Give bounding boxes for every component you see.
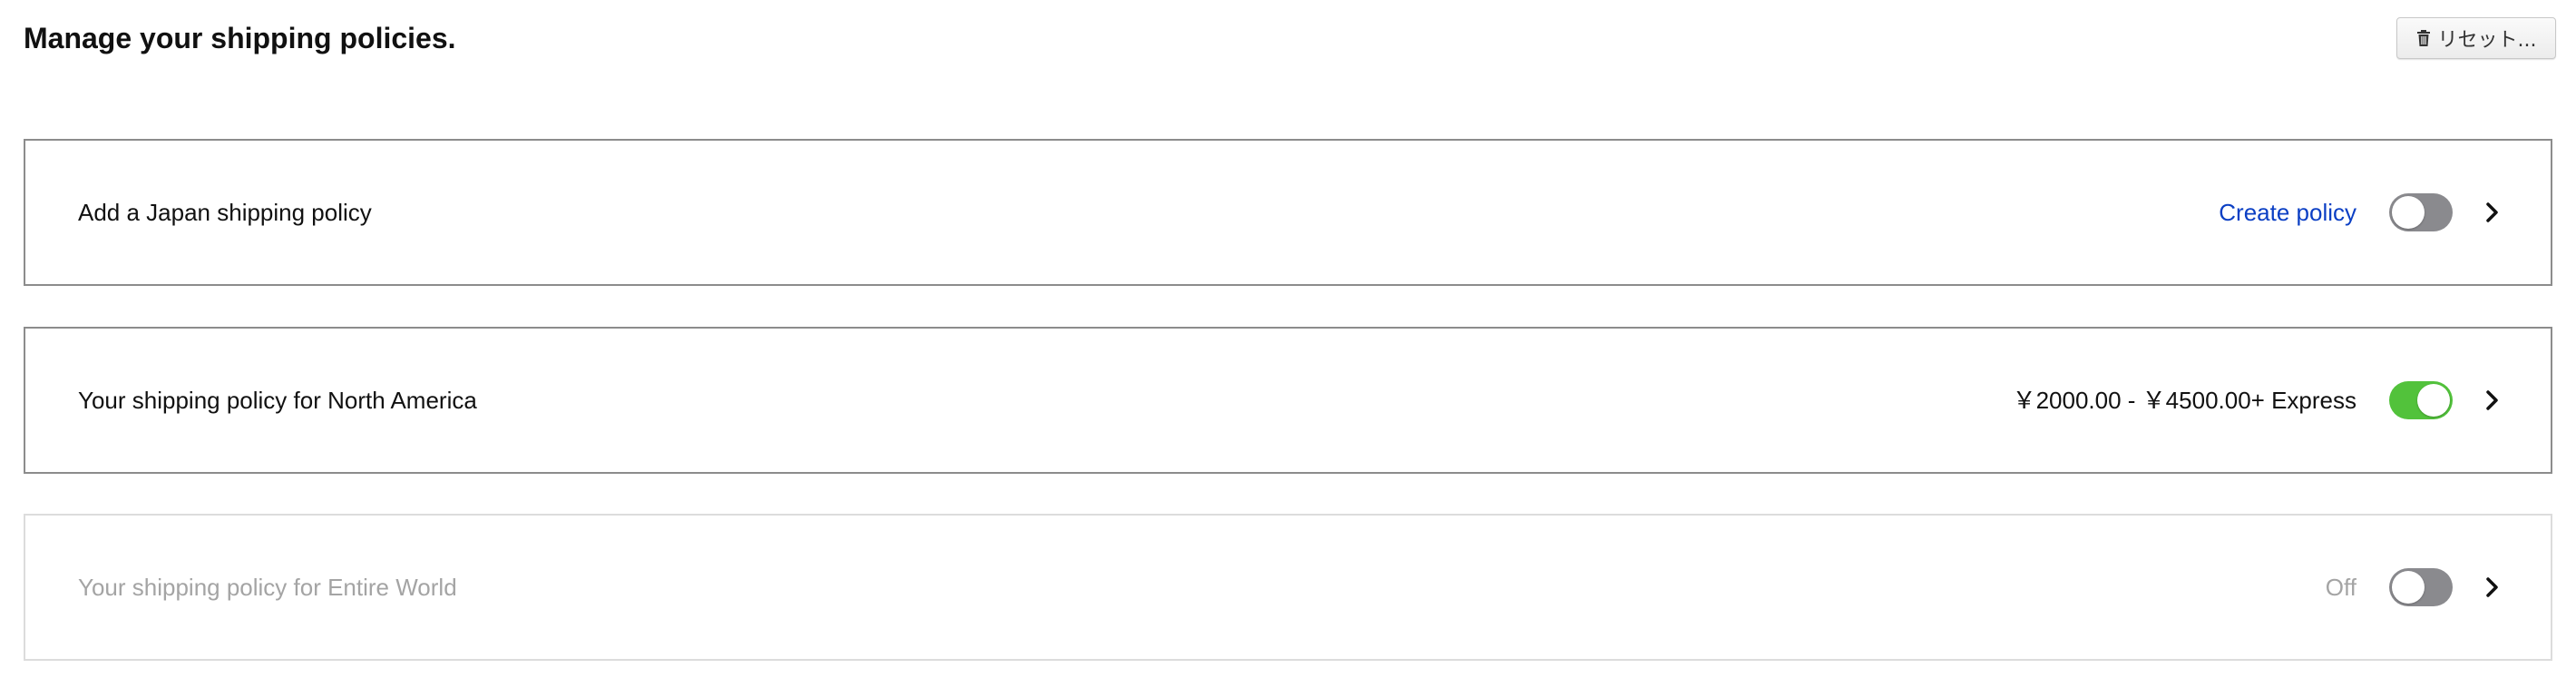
policy-status-off: Off: [2325, 574, 2356, 601]
toggle-knob: [2392, 196, 2425, 229]
policy-card-entire-world[interactable]: Your shipping policy for Entire World Of…: [24, 514, 2552, 661]
policy-card-north-america[interactable]: Your shipping policy for North America ￥…: [24, 327, 2552, 474]
create-policy-link[interactable]: Create policy: [2219, 198, 2356, 227]
policy-card-japan[interactable]: Add a Japan shipping policy Create polic…: [24, 139, 2552, 286]
toggle-knob: [2392, 571, 2425, 604]
policy-toggle[interactable]: [2389, 568, 2453, 606]
page-title: Manage your shipping policies.: [24, 22, 456, 54]
policy-controls: ￥2000.00 - ￥4500.00+ Express: [2013, 381, 2502, 419]
policy-toggle[interactable]: [2389, 381, 2453, 419]
reset-button[interactable]: リセット...: [2396, 17, 2556, 59]
policy-label: Add a Japan shipping policy: [78, 199, 372, 226]
trash-icon: [2416, 29, 2431, 47]
chevron-right-icon[interactable]: [2483, 388, 2502, 412]
policy-rate-summary: ￥2000.00 - ￥4500.00+ Express: [2012, 387, 2356, 414]
policy-label: Your shipping policy for North America: [78, 387, 477, 414]
reset-button-label: リセット...: [2437, 29, 2537, 52]
toggle-knob: [2417, 384, 2450, 417]
policy-controls: Create policy: [2219, 193, 2502, 231]
chevron-right-icon[interactable]: [2483, 575, 2502, 599]
policy-toggle[interactable]: [2389, 193, 2453, 231]
policy-controls: Off: [2326, 568, 2502, 606]
policy-label: Your shipping policy for Entire World: [78, 574, 457, 601]
shipping-policies-page: Manage your shipping policies. リセット... A…: [0, 0, 2576, 688]
chevron-right-icon[interactable]: [2483, 201, 2502, 224]
